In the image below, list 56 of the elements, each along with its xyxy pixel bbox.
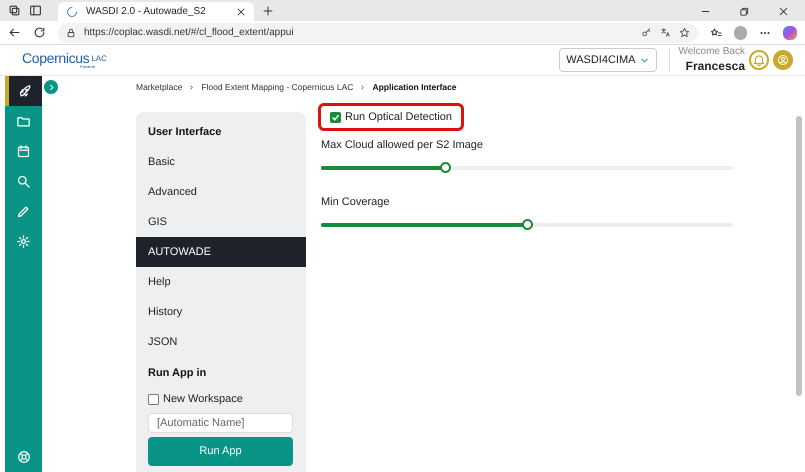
chevron-right-icon (188, 84, 196, 90)
close-icon[interactable] (236, 6, 246, 16)
breadcrumb-current: Application Interface (372, 80, 457, 94)
user-icon[interactable] (773, 50, 793, 70)
loading-icon (66, 6, 78, 18)
calendar-icon (16, 144, 31, 158)
menu-item[interactable]: GIS (136, 207, 306, 237)
menu-item[interactable]: Basic (136, 147, 306, 177)
tab-strip-icon[interactable] (29, 4, 42, 17)
key-icon[interactable] (640, 27, 652, 38)
checkbox[interactable] (148, 394, 159, 404)
menu-item[interactable]: Help (136, 267, 306, 297)
rocket-icon (18, 84, 33, 98)
welcome-text: Welcome Back (678, 46, 745, 59)
lock-icon (66, 28, 76, 38)
menu-title: User Interface (147, 124, 222, 140)
checkbox[interactable] (330, 112, 341, 122)
logo-text: Copernicus (22, 51, 90, 65)
breadcrumb-link[interactable]: Flood Extent Mapping - Copernicus LAC (201, 80, 354, 94)
run-app-button[interactable]: Run App (148, 437, 293, 466)
reload-icon[interactable] (33, 26, 46, 39)
slider-label: Max Cloud allowed per S2 Image (321, 138, 484, 153)
menu-item[interactable]: AUTOWADE (136, 237, 306, 267)
close-icon[interactable] (778, 6, 789, 17)
browser-tab[interactable]: WASDI 2.0 - Autowade_S2 (58, 2, 254, 21)
scrollbar[interactable] (796, 116, 802, 396)
chevron-right-icon (359, 84, 366, 90)
search-icon (16, 174, 31, 188)
menu-item[interactable]: JSON (136, 327, 306, 357)
pencil-icon (16, 204, 31, 218)
workspace-dropdown[interactable]: WASDI4CIMA (559, 48, 658, 72)
name-field[interactable]: [Automatic Name] (148, 413, 293, 433)
checkbox-label: New Workspace (163, 392, 243, 407)
slider-label: Min Coverage (321, 195, 390, 210)
star-icon[interactable] (678, 27, 690, 38)
copilot-icon[interactable] (783, 26, 798, 40)
sidebar-item[interactable] (5, 76, 42, 106)
expand-icon[interactable] (42, 78, 60, 96)
slider-thumb[interactable] (440, 162, 451, 173)
checkbox-label: Run Optical Detection (345, 110, 452, 125)
user-name: Francesca (686, 58, 745, 74)
translate-icon[interactable] (660, 27, 671, 38)
breadcrumb-link[interactable]: Marketplace (136, 80, 182, 94)
section-title: Run App in (147, 366, 208, 381)
menu-item[interactable]: History (136, 297, 306, 327)
bell-icon[interactable] (749, 50, 769, 70)
new-tab-icon[interactable] (262, 5, 274, 17)
address-bar[interactable]: https://coplac.wasdi.net/#/cl_flood_extent/appui (58, 22, 698, 42)
menu-item[interactable]: Advanced (136, 177, 306, 207)
profile-avatar[interactable] (734, 26, 748, 40)
favorites-icon[interactable] (710, 26, 722, 38)
workspaces-icon[interactable] (8, 4, 21, 17)
slider-thumb[interactable] (522, 219, 533, 230)
restore-icon[interactable] (739, 6, 750, 17)
back-icon[interactable] (8, 26, 21, 39)
logo-text: LAC (91, 55, 107, 63)
